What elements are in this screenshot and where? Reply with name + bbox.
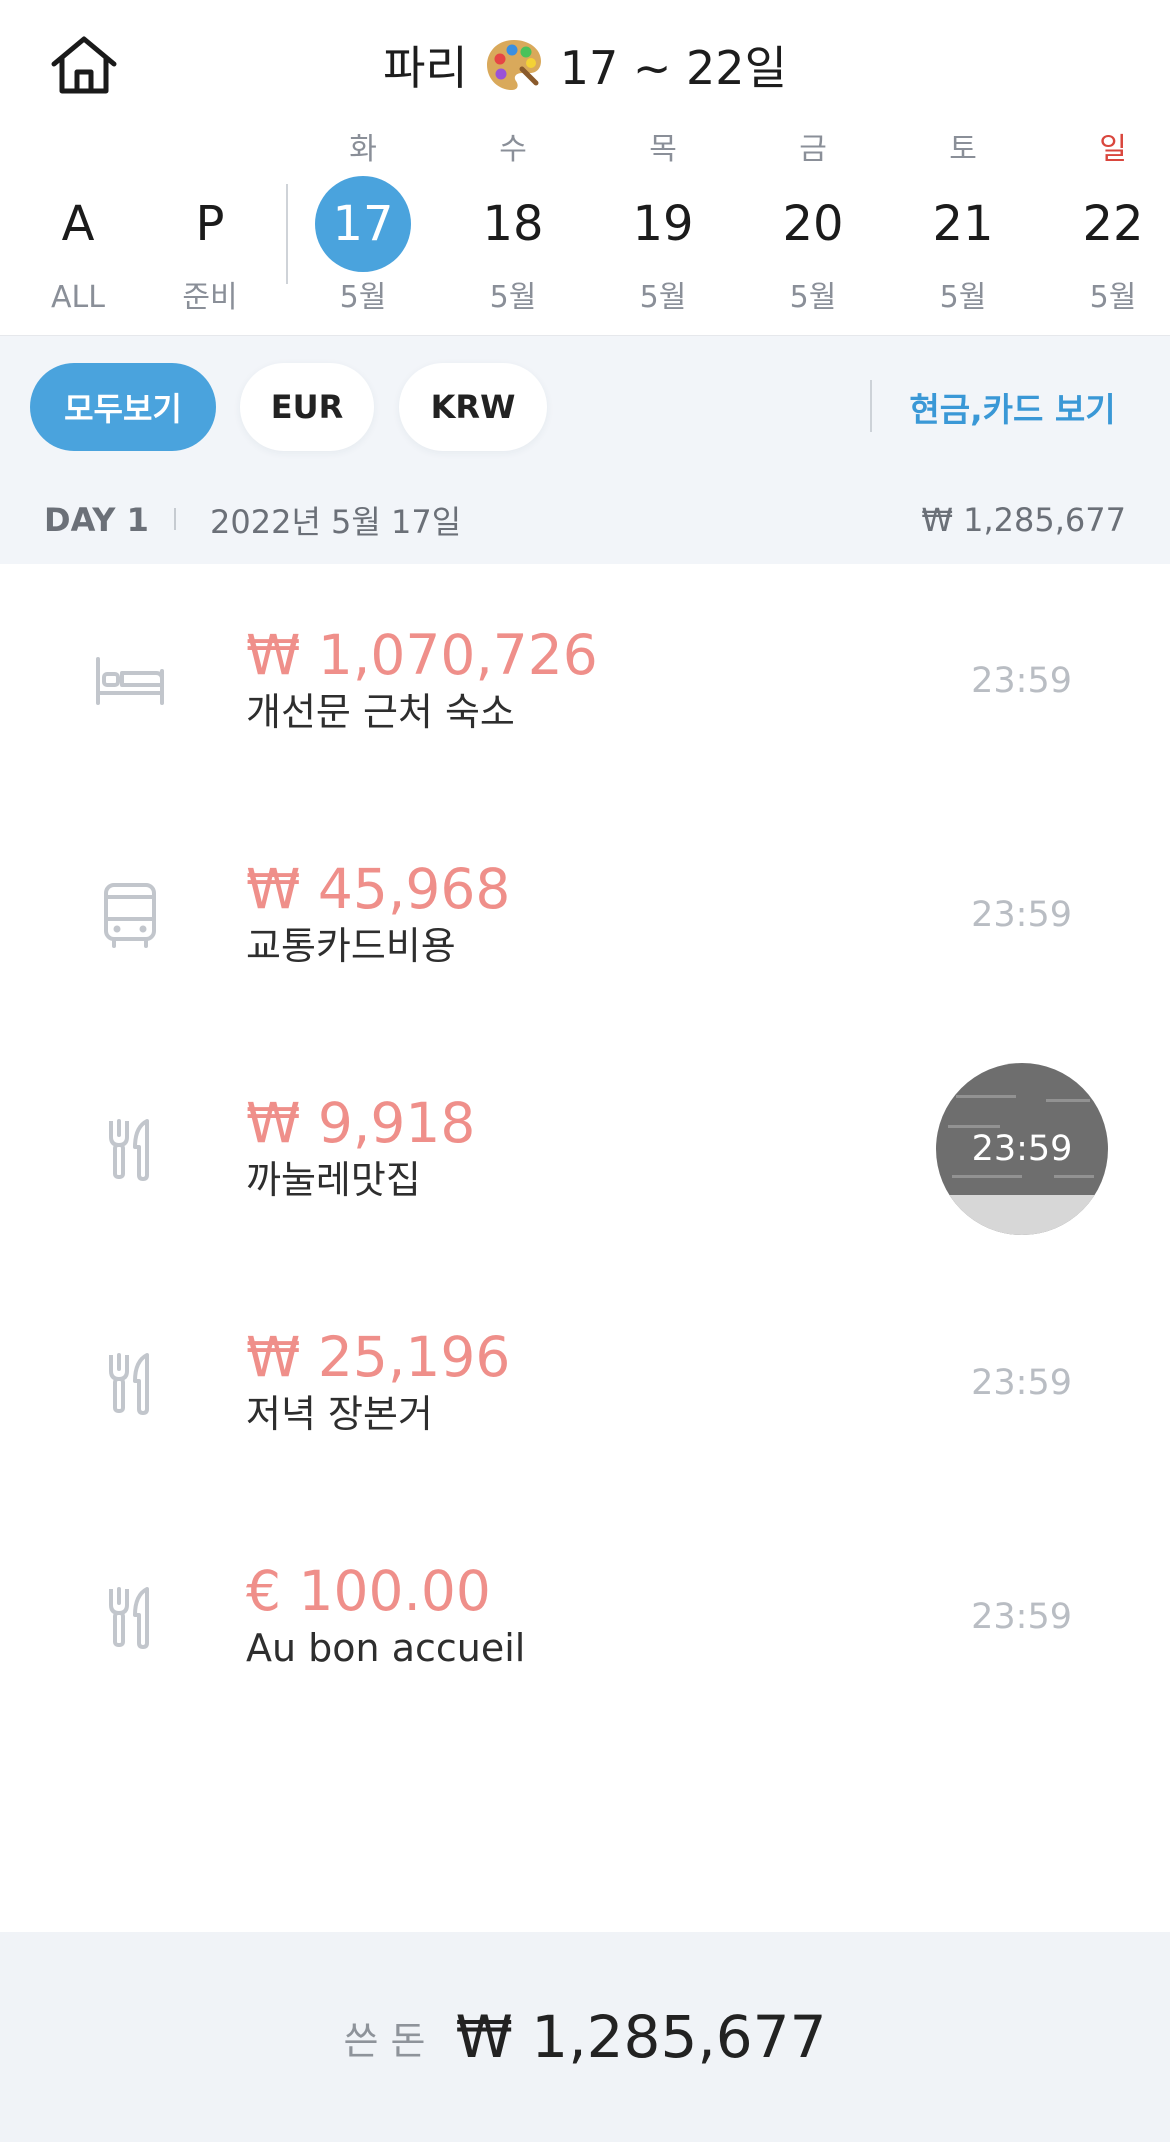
day-tab-sub: 준비 — [182, 280, 238, 315]
expense-time: 23:59 — [971, 1129, 1073, 1169]
day-number: 20 — [782, 196, 844, 252]
expense-row[interactable]: ₩ 1,070,726 개선문 근처 숙소 23:59 — [0, 564, 1170, 798]
day-month: 5월 — [489, 280, 537, 315]
spent-total-footer: 쓴 돈 ₩ 1,285,677 — [0, 1932, 1170, 2142]
day-number-selected: 17 — [315, 176, 411, 272]
trip-title: 파리 17 ~ 22일 — [0, 0, 1170, 130]
bed-icon — [80, 631, 180, 731]
day-tab-22[interactable]: 일 22 5월 — [1043, 130, 1170, 335]
day-header-separator — [174, 508, 176, 530]
expense-name: 저녁 장본거 — [246, 1392, 433, 1436]
footer-content: 쓴 돈 ₩ 1,285,677 — [0, 1932, 1170, 2142]
day-tab-sub: ALL — [51, 280, 105, 315]
expense-amount: € 100.00 — [246, 1559, 491, 1623]
day-selector: A ALL P 준비 화 17 5월 수 18 5월 목 19 5월 금 20 … — [0, 130, 1170, 336]
day-tab-20[interactable]: 금 20 5월 — [743, 130, 883, 335]
expense-time: 23:59 — [971, 1363, 1072, 1403]
day-number: 21 — [932, 196, 994, 252]
spent-total: ₩ 1,285,677 — [455, 2003, 827, 2071]
day-weekday: 금 — [799, 132, 827, 167]
trip-title-text: 파리 — [383, 41, 468, 95]
currency-filter-bar: 모두보기 EUR KRW 현금,카드 보기 — [0, 336, 1170, 476]
day-weekday: 목 — [649, 132, 677, 167]
day-label: DAY 1 — [44, 501, 149, 539]
day-date: 2022년 5월 17일 — [210, 503, 462, 541]
day-weekday-sunday: 일 — [1099, 132, 1127, 167]
bus-icon — [80, 865, 180, 965]
expense-time: 23:59 — [971, 895, 1072, 935]
day-tab-prep[interactable]: P 준비 — [140, 130, 280, 335]
expense-amount: ₩ 1,070,726 — [246, 623, 598, 687]
expense-amount: ₩ 9,918 — [246, 1091, 476, 1155]
palette-icon — [484, 37, 544, 93]
day-weekday: 토 — [949, 132, 977, 167]
day-tab-21[interactable]: 토 21 5월 — [893, 130, 1033, 335]
expense-row[interactable]: ₩ 45,968 교통카드비용 23:59 — [0, 798, 1170, 1032]
expense-time: 23:59 — [971, 661, 1072, 701]
home-button[interactable] — [46, 30, 122, 100]
receipt-photo-thumbnail[interactable]: 23:59 — [936, 1063, 1108, 1235]
day-weekday: 화 — [349, 132, 377, 167]
filter-divider — [870, 380, 872, 432]
expense-row[interactable]: ₩ 25,196 저녁 장본거 23:59 — [0, 1266, 1170, 1500]
expense-row[interactable]: ₩ 9,918 까눌레맛집 23:59 — [0, 1032, 1170, 1266]
expense-row[interactable]: € 100.00 Au bon accueil 23:59 — [0, 1500, 1170, 1734]
day-month: 5월 — [939, 280, 987, 315]
filter-chip-eur[interactable]: EUR — [240, 363, 374, 451]
strip-divider — [286, 184, 288, 284]
expense-time: 23:59 — [971, 1597, 1072, 1637]
expense-name: 교통카드비용 — [246, 924, 456, 968]
day-number: 22 — [1082, 196, 1144, 252]
fork-knife-icon — [80, 1567, 180, 1667]
day-tab-19[interactable]: 목 19 5월 — [593, 130, 733, 335]
filter-chip-all[interactable]: 모두보기 — [30, 363, 216, 451]
day-tab-18[interactable]: 수 18 5월 — [443, 130, 583, 335]
day-summary-header: DAY 1 2022년 5월 17일 ₩ 1,285,677 — [0, 476, 1170, 564]
filter-chip-krw[interactable]: KRW — [399, 363, 547, 451]
day-month: 5월 — [789, 280, 837, 315]
expense-name: 개선문 근처 숙소 — [246, 690, 515, 734]
fork-knife-icon — [80, 1099, 180, 1199]
day-number: 19 — [632, 196, 694, 252]
expense-name: 까눌레맛집 — [246, 1158, 421, 1202]
trip-date-range: 17 ~ 22일 — [559, 41, 787, 95]
expense-amount: ₩ 45,968 — [246, 857, 511, 921]
spent-label: 쓴 돈 — [343, 2018, 426, 2063]
day-tab-all[interactable]: A ALL — [8, 130, 148, 335]
app-header: 파리 17 ~ 22일 — [0, 0, 1170, 130]
fork-knife-icon — [80, 1333, 180, 1433]
day-month: 5월 — [639, 280, 687, 315]
day-total: ₩ 1,285,677 — [921, 501, 1126, 539]
expense-name: Au bon accueil — [246, 1626, 526, 1670]
day-month: 5월 — [339, 280, 387, 315]
day-tab-letter: A — [61, 196, 95, 252]
day-month: 5월 — [1089, 280, 1137, 315]
home-icon — [51, 36, 117, 94]
expense-amount: ₩ 25,196 — [246, 1325, 511, 1389]
cash-card-toggle-button[interactable]: 현금,카드 보기 — [880, 363, 1145, 451]
day-tab-letter: P — [195, 196, 225, 252]
day-weekday: 수 — [499, 132, 527, 167]
day-tab-17[interactable]: 화 17 5월 — [293, 130, 433, 335]
day-number: 18 — [482, 196, 544, 252]
